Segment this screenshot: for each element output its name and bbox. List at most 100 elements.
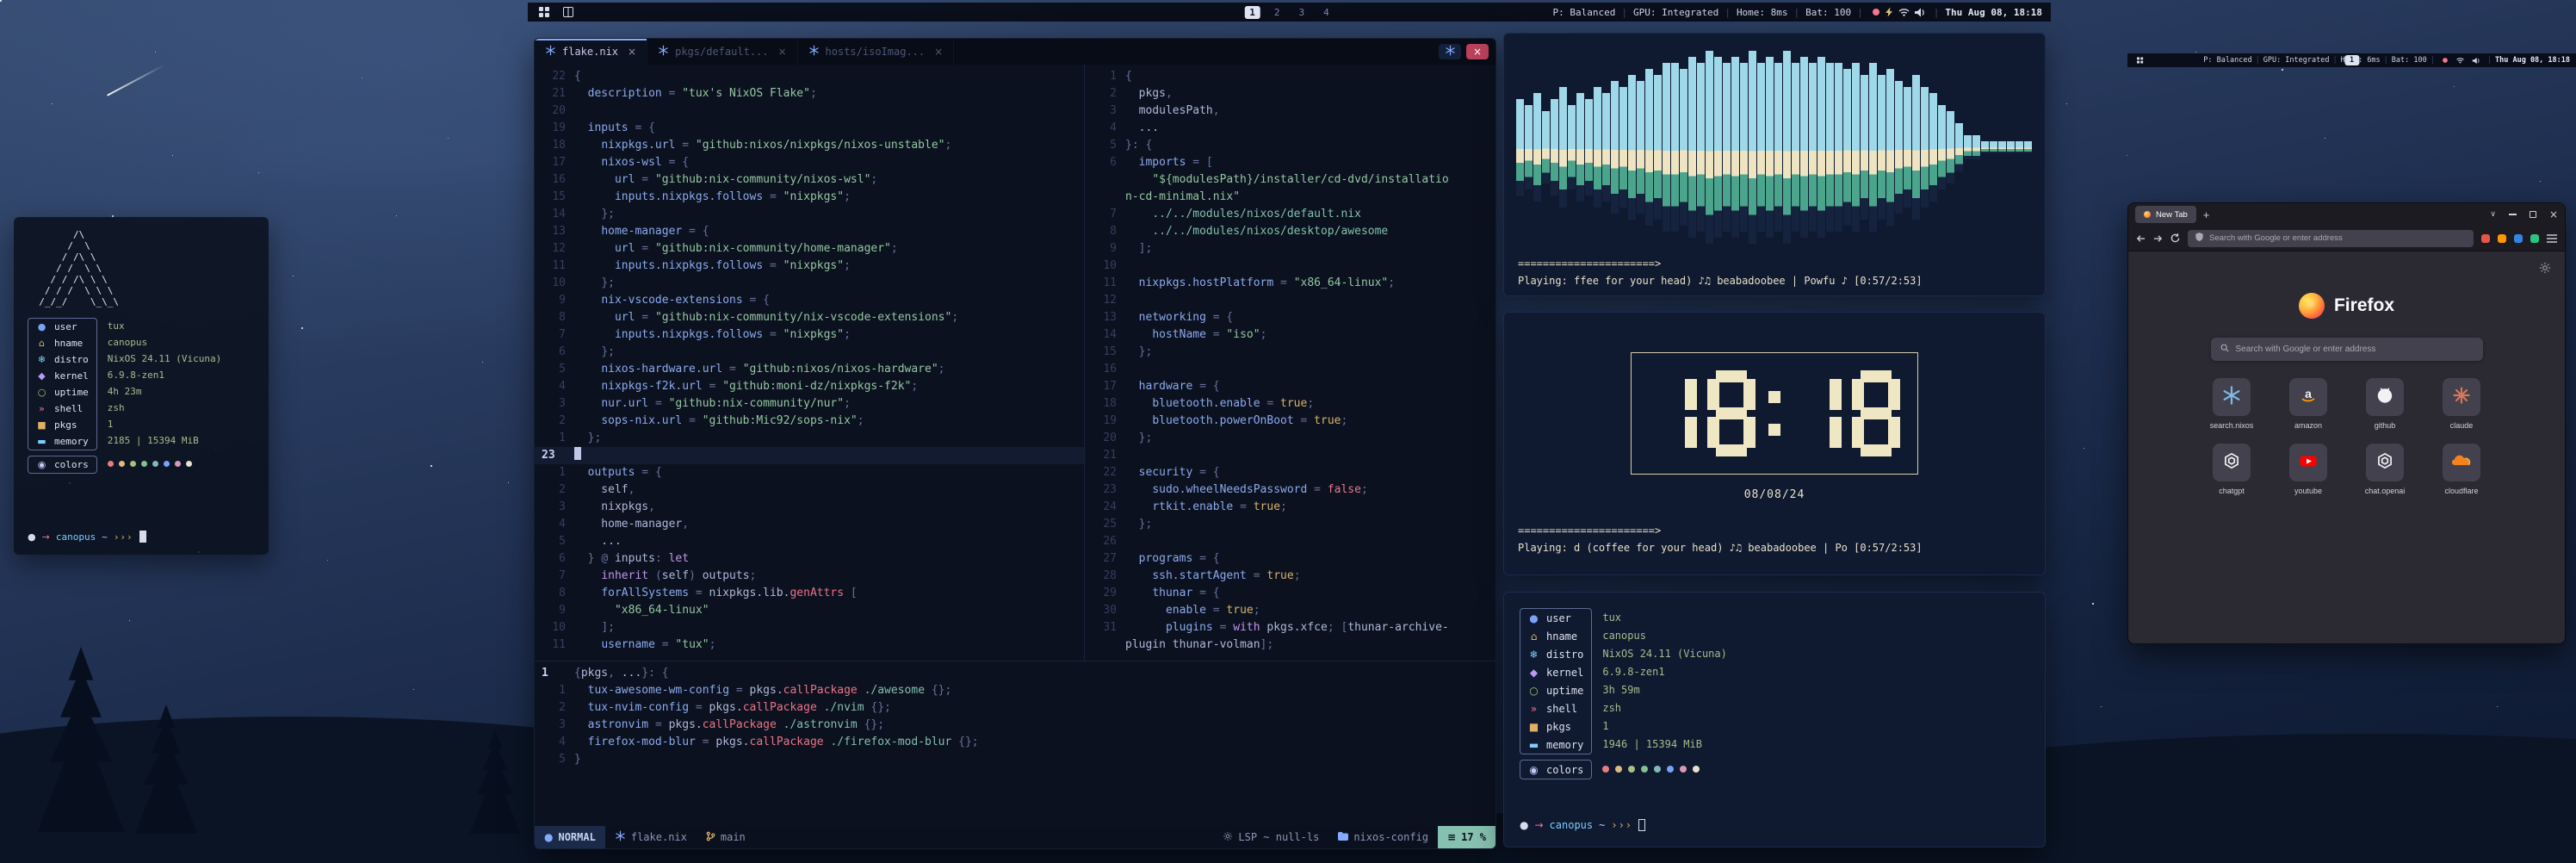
track-progress: ======================> [1518,258,1661,270]
editor-pane-iso-config[interactable]: 1{2 pkgs,3 modulesPath,4 ...5}: {6 impor… [1086,65,1495,661]
status-item: GPU: Integrated [2263,56,2330,65]
firefox-window: New Tab + ∨ × Search with Google or ente… [2127,202,2566,644]
shortcut-github[interactable]: github [2355,378,2415,430]
extension-icon[interactable] [2498,234,2506,243]
shortcut-chat-openai[interactable]: chat.openai [2355,444,2415,495]
wifi-icon[interactable] [1898,8,1910,16]
code-line: 25 }; [1086,516,1495,533]
record-icon[interactable] [2442,57,2448,63]
shortcut-cloudflare[interactable]: cloudflare [2431,444,2492,495]
buffer-menu-button[interactable] [1439,44,1461,59]
new-tab-button[interactable]: + [2203,208,2210,221]
line-number: 7 [1086,206,1125,223]
clock-module[interactable]: Thu Aug 08, 18:18 [1945,7,2042,18]
code-line: 15 }; [1086,344,1495,361]
fetch-colors-row: ◉colors [28,456,255,474]
code-text: ... [1125,120,1159,137]
palette-dot [186,461,192,467]
gear-icon [1223,831,1233,844]
visualizer-bar [1904,87,1911,208]
workspace-button-1[interactable]: 1 [1244,6,1260,19]
shortcut-tile [2443,378,2480,416]
fetch-label: colors [54,459,89,470]
tab-close-icon[interactable]: × [934,46,943,58]
launcher-icon[interactable] [2137,57,2143,63]
code-line: 7 inputs.nixpkgs.follows = "nixpkgs"; [535,326,1084,344]
visualizer-bar [1619,87,1627,208]
workspace-button-1[interactable]: 1 [2344,55,2359,65]
statusline-filename: flake.nix [605,826,697,848]
reload-icon[interactable] [2170,233,2180,243]
memory-icon: ▬ [1528,739,1539,751]
minimize-button[interactable] [2509,214,2517,215]
editor-pane-flake-nix[interactable]: 22{21 description = "tux's NixOS Flake";… [535,65,1085,661]
close-buffer-button[interactable]: × [1466,44,1489,59]
code-text: inputs.nixpkgs.follows = "nixpkgs"; [574,189,851,206]
github-icon [2375,386,2394,409]
clock-module[interactable]: Thu Aug 08, 18:18 [2495,56,2570,65]
shortcut-search-nixos[interactable]: search.nixos [2201,378,2262,430]
extension-icon[interactable] [2530,234,2539,243]
line-number: 18 [1086,395,1125,413]
workspaces: 1234 [1244,6,1334,19]
launcher-icon[interactable] [539,7,549,17]
tab-label: pkgs/default... [675,46,768,58]
uptime-icon: ○ [36,387,47,398]
tab-close-icon[interactable]: × [777,46,786,58]
shortcut-amazon[interactable]: aamazon [2278,378,2338,430]
fetch-row: ▬memory [1528,736,1583,754]
line-number: 15 [1086,344,1125,361]
menu-icon[interactable] [2547,234,2557,243]
workspace-button-4[interactable]: 4 [1318,6,1334,19]
code-line: 26 [1086,533,1495,550]
line-number: 2 [1086,85,1125,102]
fetch-panel[interactable]: ●user⌂hname❄distro◆kernel○uptime»shell■p… [1503,592,2046,847]
shortcut-youtube[interactable]: youtube [2278,444,2338,495]
volume-icon[interactable] [1915,8,1925,17]
line-number: 8 [1086,223,1125,240]
extension-icon[interactable] [2514,234,2523,243]
tab-close-icon[interactable]: × [628,46,636,58]
personalize-gear-icon[interactable] [2539,262,2551,278]
back-icon[interactable] [2136,234,2146,243]
extension-icon[interactable] [2481,234,2490,243]
shortcut-label: cloudflare [2431,487,2492,495]
fetch-value: 6.9.8-zen1 [1602,662,2029,680]
forward-icon[interactable] [2153,234,2163,243]
shortcut-chatgpt[interactable]: chatgpt [2201,444,2262,495]
line-number: 5 [535,361,574,378]
visualizer-bar [1947,111,1954,183]
visualizer-bar [1551,99,1558,196]
layout-icon[interactable] [563,7,573,17]
code-text: { [574,68,581,85]
line-number: 7 [535,568,574,585]
editor-tab-hosts-isoImag-[interactable]: hosts/isoImag...× [798,39,955,65]
shortcut-claude[interactable]: claude [2431,378,2492,430]
record-icon[interactable] [1872,8,1880,16]
bolt-icon[interactable] [1886,7,1893,17]
maximize-button[interactable] [2530,211,2536,218]
browser-tab[interactable]: New Tab [2135,206,2196,223]
editor-tab-pkgs-default-[interactable]: pkgs/default... × [647,39,797,65]
search-input[interactable]: Search with Google or enter address [2211,338,2483,361]
shortcut-tile [2366,444,2404,481]
wifi-icon[interactable] [2456,57,2464,63]
shortcut-tile: a [2289,378,2327,416]
line-number: 21 [535,85,574,102]
workspace-button-3[interactable]: 3 [1294,6,1310,19]
firefox-navbar: Search with Google or enter address [2128,226,2565,251]
editor-pane-pkgs-default[interactable]: 1{pkgs, ...}: {1 tux-awesome-wm-config =… [535,661,1495,826]
code-line: 23 sudo.wheelNeedsPassword = false; [1086,481,1495,499]
editor-tab-flake-nix[interactable]: flake.nix× [535,39,647,65]
bar-left-modules [2133,56,2146,65]
terminal-cursor [1638,819,1645,831]
volume-icon[interactable] [2473,57,2480,64]
url-bar[interactable]: Search with Google or enter address [2188,230,2474,247]
terminal-window[interactable]: /\ / \ / /\ \ / / \ \ / / /\ \ \ / / / \… [14,217,269,555]
close-button[interactable]: × [2549,210,2558,219]
code-text: ]; [1125,240,1152,258]
list-tabs-icon[interactable]: ∨ [2490,210,2496,219]
code-line: 5 nixos-hardware.url = "github:nixos/nix… [535,361,1084,378]
line-number: 22 [1086,464,1125,481]
workspace-button-2[interactable]: 2 [1269,6,1285,19]
